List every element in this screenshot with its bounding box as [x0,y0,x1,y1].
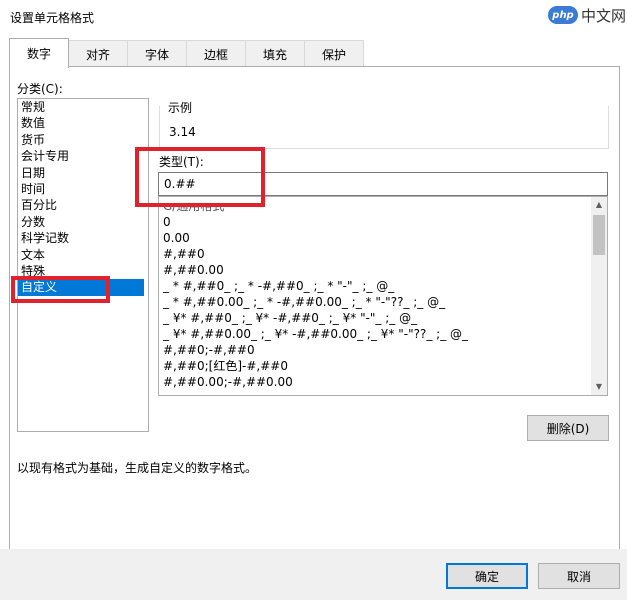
category-item[interactable]: 文本 [18,247,148,263]
sample-group [159,106,609,149]
php-logo: php [548,6,578,24]
format-item[interactable]: _ ¥* #,##0_ ;_ ¥* -#,##0_ ;_ ¥* "-"_ ;_ … [163,310,417,326]
dialog-footer [0,549,627,600]
delete-button[interactable]: 删除(D) [527,415,609,441]
format-item[interactable]: #,##0.00;-#,##0.00 [163,374,293,390]
category-item[interactable]: 数值 [18,115,148,131]
category-item[interactable]: 百分比 [18,197,148,213]
format-item[interactable]: _ * #,##0_ ;_ * -#,##0_ ;_ * "-"_ ;_ @_ [163,278,394,294]
sample-label: 示例 [165,99,196,116]
category-list[interactable]: 常规 数值 货币 会计专用 日期 时间 百分比 分数 科学记数 文本 特殊 自定… [17,98,149,432]
highlight-box-type [135,147,265,207]
dialog-title: 设置单元格格式 [10,11,95,25]
format-item[interactable]: #,##0 [163,246,205,262]
format-item[interactable]: _ ¥* #,##0.00_ ;_ ¥* -#,##0.00_ ;_ ¥* "-… [163,326,468,342]
category-item[interactable]: 常规 [18,99,148,115]
format-item[interactable]: #,##0.00 [163,262,224,278]
ok-button[interactable]: 确定 [446,563,528,589]
scrollbar-thumb[interactable] [593,215,605,255]
description-text: 以现有格式为基础，生成自定义的数字格式。 [17,461,258,475]
watermark: php 中文网 [548,0,626,30]
tab-number[interactable]: 数字 [9,38,69,68]
tab-alignment[interactable]: 对齐 [68,40,128,67]
format-item[interactable]: #,##0;[红色]-#,##0 [163,358,288,374]
format-item[interactable]: _ * #,##0.00_ ;_ * -#,##0.00_ ;_ * "-"??… [163,294,445,310]
format-list[interactable]: G/通用格式 0 0.00 #,##0 #,##0.00 _ * #,##0_ … [158,196,608,396]
category-item[interactable]: 会计专用 [18,148,148,164]
tab-fill[interactable]: 填充 [245,40,305,67]
watermark-text: 中文网 [581,6,627,25]
title-bar: 设置单元格格式 php 中文网 [0,0,627,32]
category-item[interactable]: 货币 [18,132,148,148]
category-item[interactable]: 时间 [18,181,148,197]
tab-strip: 数字 对齐 字体 边框 填充 保护 [9,38,364,68]
sample-value: 3.14 [169,125,196,139]
cancel-button[interactable]: 取消 [538,563,620,589]
scroll-down-icon[interactable]: ▼ [591,379,607,395]
tab-protection[interactable]: 保护 [304,40,364,67]
category-label: 分类(C): [17,82,63,96]
category-item[interactable]: 日期 [18,165,148,181]
format-item[interactable]: 0.00 [163,230,190,246]
scroll-up-icon[interactable]: ▲ [591,197,607,213]
format-list-scrollbar[interactable]: ▲ ▼ [591,197,607,395]
category-item[interactable]: 科学记数 [18,230,148,246]
highlight-box-custom [11,276,110,303]
tab-font[interactable]: 字体 [127,40,187,67]
format-item[interactable]: 0 [163,214,171,230]
category-item[interactable]: 分数 [18,214,148,230]
format-item[interactable]: #,##0;-#,##0 [163,342,255,358]
tab-border[interactable]: 边框 [186,40,246,67]
